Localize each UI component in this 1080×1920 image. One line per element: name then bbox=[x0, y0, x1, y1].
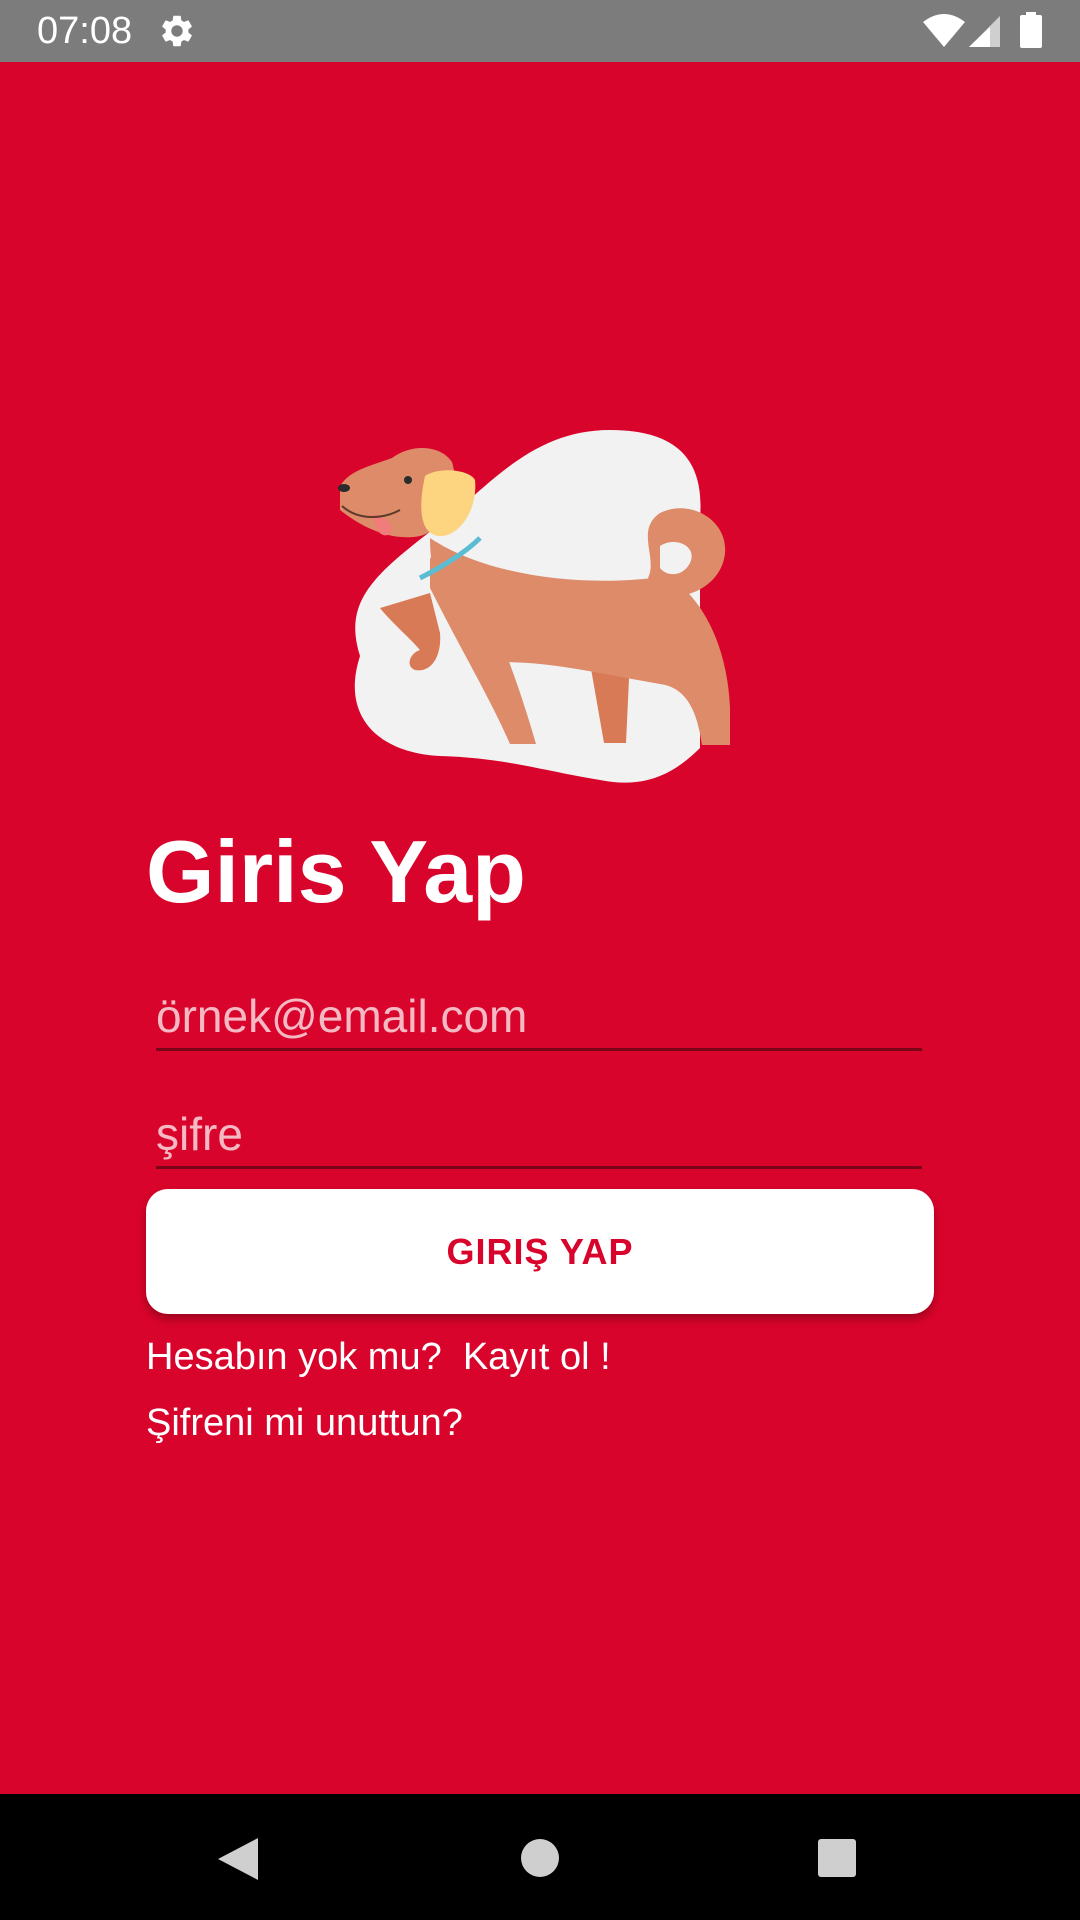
page-title: Giris Yap bbox=[146, 822, 526, 921]
dog-illustration bbox=[338, 430, 730, 783]
battery-icon bbox=[1020, 12, 1042, 48]
forgot-password-link[interactable]: Şifreni mi unuttun? bbox=[146, 1402, 463, 1444]
home-icon[interactable] bbox=[520, 1838, 560, 1878]
signal-icon bbox=[969, 16, 1000, 47]
status-time: 07:08 bbox=[37, 10, 133, 52]
gear-icon bbox=[162, 15, 192, 47]
back-icon[interactable] bbox=[216, 1836, 260, 1882]
signup-line: Hesabın yok mu? Kayıt ol ! bbox=[146, 1334, 611, 1380]
password-input[interactable] bbox=[156, 1102, 922, 1169]
signup-prompt: Hesabın yok mu? bbox=[146, 1336, 463, 1378]
signup-link[interactable]: Kayıt ol ! bbox=[463, 1336, 611, 1378]
login-screen bbox=[0, 62, 1080, 1794]
navigation-bar bbox=[0, 1794, 1080, 1920]
status-bar: 07:08 bbox=[0, 0, 1080, 62]
login-button[interactable]: GIRIŞ YAP bbox=[146, 1189, 934, 1314]
wifi-icon bbox=[923, 14, 965, 47]
email-input[interactable] bbox=[156, 984, 922, 1051]
forgot-password-line: Şifreni mi unuttun? bbox=[146, 1400, 463, 1446]
recents-icon[interactable] bbox=[817, 1838, 857, 1878]
